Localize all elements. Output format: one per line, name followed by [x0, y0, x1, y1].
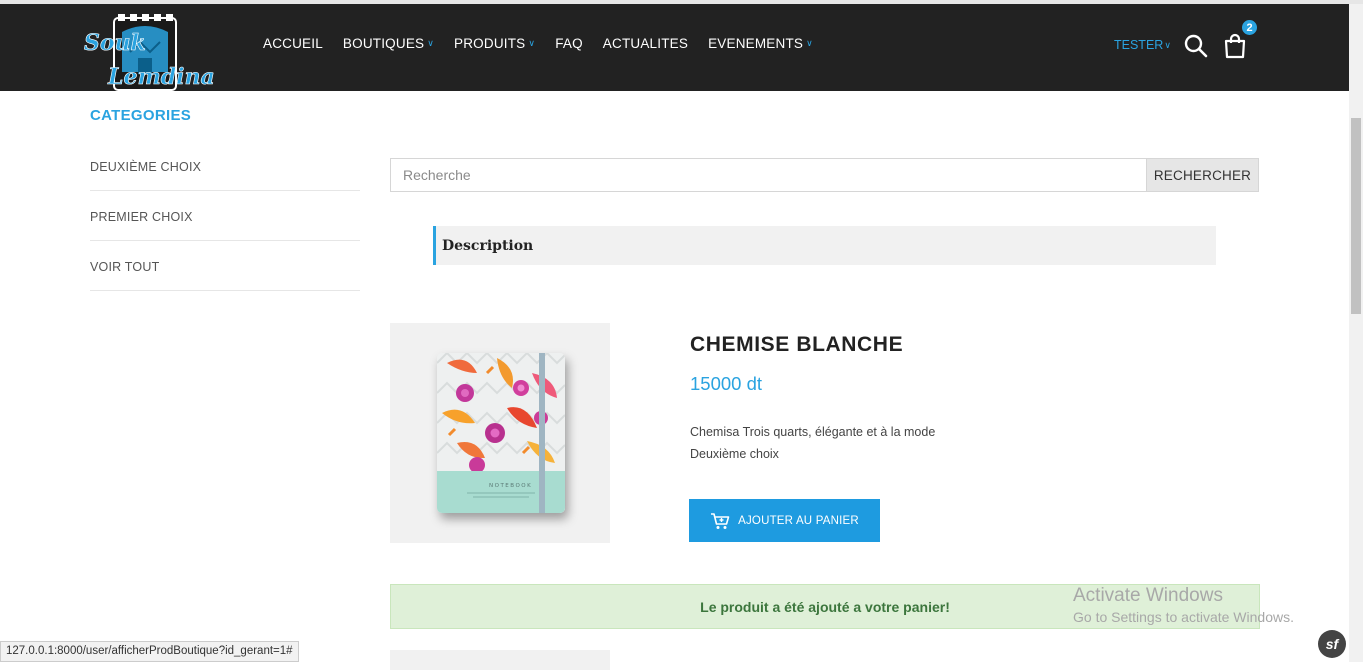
product-price: 15000 dt: [690, 373, 763, 394]
nav-accueil[interactable]: ACCUEIL: [263, 36, 323, 51]
product-image[interactable]: NOTEBOOK: [390, 323, 610, 543]
notebook-caption: NOTEBOOK: [489, 483, 532, 489]
product-description-line: Chemisa Trois quarts, élégante et à la m…: [690, 425, 936, 439]
product-title: CHEMISE BLANCHE: [690, 333, 904, 356]
nav-label: BOUTIQUES: [342, 36, 425, 51]
site-header: Souk Lemdina ACCUEIL BOUTIQUES ∨ PRODUITS…: [0, 4, 1349, 91]
category-item-deuxieme-choix[interactable]: DEUXIÈME CHOIX: [90, 141, 360, 191]
chevron-down-icon: ∨: [528, 38, 536, 48]
page-scrollbar[interactable]: [1349, 4, 1363, 662]
nav-label: FAQ: [555, 36, 583, 51]
nav-boutiques[interactable]: BOUTIQUES ∨: [343, 36, 434, 51]
category-item-premier-choix[interactable]: PREMIER CHOIX: [90, 191, 360, 241]
nav-label: PRODUITS: [454, 36, 526, 51]
symfony-toolbar-icon[interactable]: sf: [1318, 630, 1346, 658]
user-name: TESTER: [1114, 38, 1164, 52]
category-list: DEUXIÈME CHOIX PREMIER CHOIX VOIR TOUT: [90, 141, 360, 291]
search-input[interactable]: [390, 158, 1146, 192]
tab-description[interactable]: Description: [433, 226, 1216, 265]
nav-produits[interactable]: PRODUITS ∨: [454, 36, 535, 51]
nav-label: ACCUEIL: [263, 36, 323, 51]
main-nav: ACCUEIL BOUTIQUES ∨ PRODUITS ∨ FAQ ACTUALI…: [263, 36, 833, 51]
add-to-cart-button[interactable]: AJOUTER AU PANIER: [689, 499, 880, 542]
nav-label: ACTUALITES: [602, 36, 689, 51]
watermark-line: Go to Settings to activate Windows.: [1073, 609, 1294, 625]
chevron-down-icon: ∨: [1164, 39, 1171, 50]
souk-lemdina-logo[interactable]: Souk Lemdina: [80, 12, 220, 98]
nav-actualites[interactable]: ACTUALITES: [603, 36, 688, 51]
notebook-image: NOTEBOOK: [437, 353, 565, 513]
search-bar: RECHERCHE R: [390, 158, 1259, 192]
browser-status-url: 127.0.0.1:8000/user/afficherProdBoutique…: [0, 641, 299, 662]
cart-plus-icon: [711, 512, 730, 529]
watermark-line: Activate Windows: [1073, 585, 1223, 606]
nav-label: EVENEMENTS: [708, 36, 804, 51]
search-icon[interactable]: [1183, 33, 1209, 59]
product-description: Chemisa Trois quarts, élégante et à la m…: [690, 421, 935, 465]
product-category-line: Deuxième choix: [690, 447, 779, 461]
cart-count-badge: 2: [1240, 18, 1259, 37]
svg-text:Lemdina: Lemdina: [107, 64, 215, 90]
nav-faq[interactable]: FAQ: [555, 36, 583, 51]
add-to-cart-label: AJOUTER AU PANIER: [738, 514, 859, 527]
search-button[interactable]: RECHERCHER: [1146, 158, 1259, 192]
categories-title: CATEGORIES: [90, 107, 192, 124]
shopping-bag-icon[interactable]: [1223, 33, 1247, 59]
svg-text:Souk: Souk: [84, 30, 146, 56]
chevron-down-icon: ∨: [427, 38, 435, 48]
nav-evenements[interactable]: EVENEMENTS ∨: [708, 36, 813, 51]
windows-activation-watermark: Activate Windows Go to Settings to activ…: [1073, 585, 1294, 625]
next-product-image[interactable]: [390, 650, 610, 670]
chevron-down-icon: ∨: [806, 38, 813, 48]
user-menu[interactable]: TESTER ∨: [1114, 38, 1171, 52]
category-item-voir-tout[interactable]: VOIR TOUT: [90, 241, 360, 291]
scrollbar-thumb[interactable]: [1351, 118, 1361, 314]
